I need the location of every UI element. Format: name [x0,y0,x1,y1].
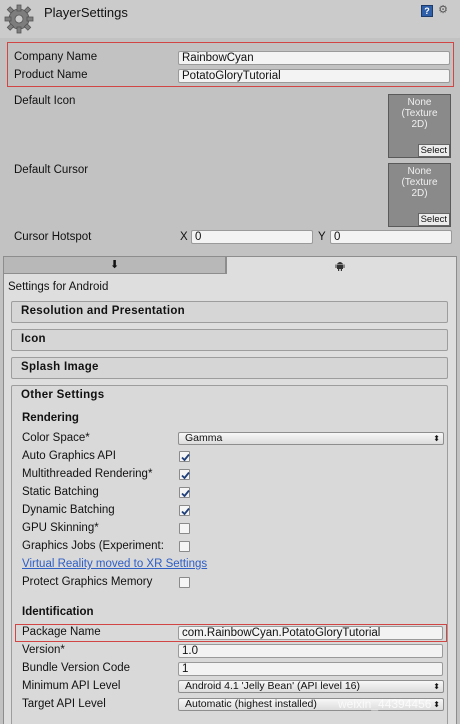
texture-type-text: (Texture [401,177,438,188]
product-name-field[interactable]: PotatoGloryTutorial [178,69,450,83]
graphics-jobs-label: Graphics Jobs (Experiment: [22,540,164,552]
color-space-label: Color Space* [22,432,90,444]
default-icon-texture-slot[interactable]: None (Texture 2D) Select [388,94,451,158]
color-space-value: Gamma [185,432,223,444]
section-splash[interactable]: Splash Image [11,357,448,379]
texture-type-text: (Texture [401,108,438,119]
target-api-value: Automatic (highest installed) [185,698,317,710]
dropdown-arrow-icon: ⬍ [433,434,440,443]
settings-for-label: Settings for Android [8,281,109,293]
product-name-label: Product Name [14,69,88,81]
hotspot-y-field[interactable]: 0 [330,230,452,244]
hotspot-x-label: X [180,231,188,243]
android-icon [335,260,345,271]
min-api-dropdown[interactable]: Android 4.1 'Jelly Bean' (API level 16) … [178,680,444,693]
min-api-label: Minimum API Level [22,680,121,692]
rendering-heading: Rendering [22,412,79,424]
dropdown-arrow-icon: ⬍ [433,700,440,709]
section-resolution-title: Resolution and Presentation [21,305,186,317]
checkmark-icon [181,471,190,480]
auto-graphics-checkbox[interactable] [179,451,190,462]
texture-none-text: None [407,166,432,177]
hotspot-x-field[interactable]: 0 [191,230,313,244]
texture-type-text-2: 2D) [411,119,428,130]
company-name-field[interactable]: RainbowCyan [178,51,450,65]
static-batching-checkbox[interactable] [179,487,190,498]
target-api-label: Target API Level [22,698,106,710]
default-cursor-texture-slot[interactable]: None (Texture 2D) Select [388,163,451,227]
section-resolution[interactable]: Resolution and Presentation [11,301,448,323]
section-icon[interactable]: Icon [11,329,448,351]
color-space-dropdown[interactable]: Gamma ⬍ [178,432,444,445]
protect-graphics-checkbox[interactable] [179,577,190,588]
package-name-label: Package Name [22,626,101,638]
page-title: PlayerSettings [44,5,128,20]
version-field[interactable]: 1.0 [178,644,443,658]
checkmark-icon [181,507,190,516]
static-batching-label: Static Batching [22,486,99,498]
default-icon-label: Default Icon [14,95,76,107]
company-name-label: Company Name [14,51,98,63]
version-label: Version* [22,644,65,656]
dropdown-arrow-icon: ⬍ [433,682,440,691]
gpu-skinning-checkbox[interactable] [179,523,190,534]
dynamic-batching-label: Dynamic Batching [22,504,115,516]
download-icon: ⬇ [110,259,120,271]
default-cursor-label: Default Cursor [14,164,89,176]
default-icon-select-button[interactable]: Select [417,144,450,157]
multithreaded-label: Multithreaded Rendering* [22,468,153,480]
gpu-skinning-label: GPU Skinning* [22,522,99,534]
section-icon-title: Icon [21,333,46,345]
graphics-jobs-checkbox[interactable] [179,541,190,552]
bundle-version-label: Bundle Version Code [22,662,131,674]
checkmark-icon [181,453,190,462]
watermark-text: weixin_44394456 [338,697,432,711]
auto-graphics-label: Auto Graphics API [22,450,116,462]
hotspot-y-label: Y [318,231,326,243]
section-other-title[interactable]: Other Settings [21,389,104,401]
bundle-version-field[interactable]: 1 [178,662,443,676]
texture-type-text-2: 2D) [411,188,428,199]
platform-tab-standalone[interactable]: ⬇ [3,256,226,274]
section-splash-title: Splash Image [21,361,99,373]
vr-settings-link[interactable]: Virtual Reality moved to XR Settings [22,558,207,570]
default-cursor-select-button[interactable]: Select [417,213,450,226]
platform-tab-android[interactable] [226,256,457,274]
checkmark-icon [181,489,190,498]
min-api-value: Android 4.1 'Jelly Bean' (API level 16) [185,680,361,692]
help-icon[interactable]: ? [421,5,433,17]
dynamic-batching-checkbox[interactable] [179,505,190,516]
identification-heading: Identification [22,606,94,618]
package-name-field[interactable]: com.RainbowCyan.PotatoGloryTutorial [178,626,443,640]
settings-icon[interactable]: ⚙ [437,4,449,16]
protect-graphics-label: Protect Graphics Memory [22,576,153,588]
gear-icon [3,3,35,35]
cursor-hotspot-label: Cursor Hotspot [14,231,92,243]
multithreaded-checkbox[interactable] [179,469,190,480]
texture-none-text: None [407,97,432,108]
